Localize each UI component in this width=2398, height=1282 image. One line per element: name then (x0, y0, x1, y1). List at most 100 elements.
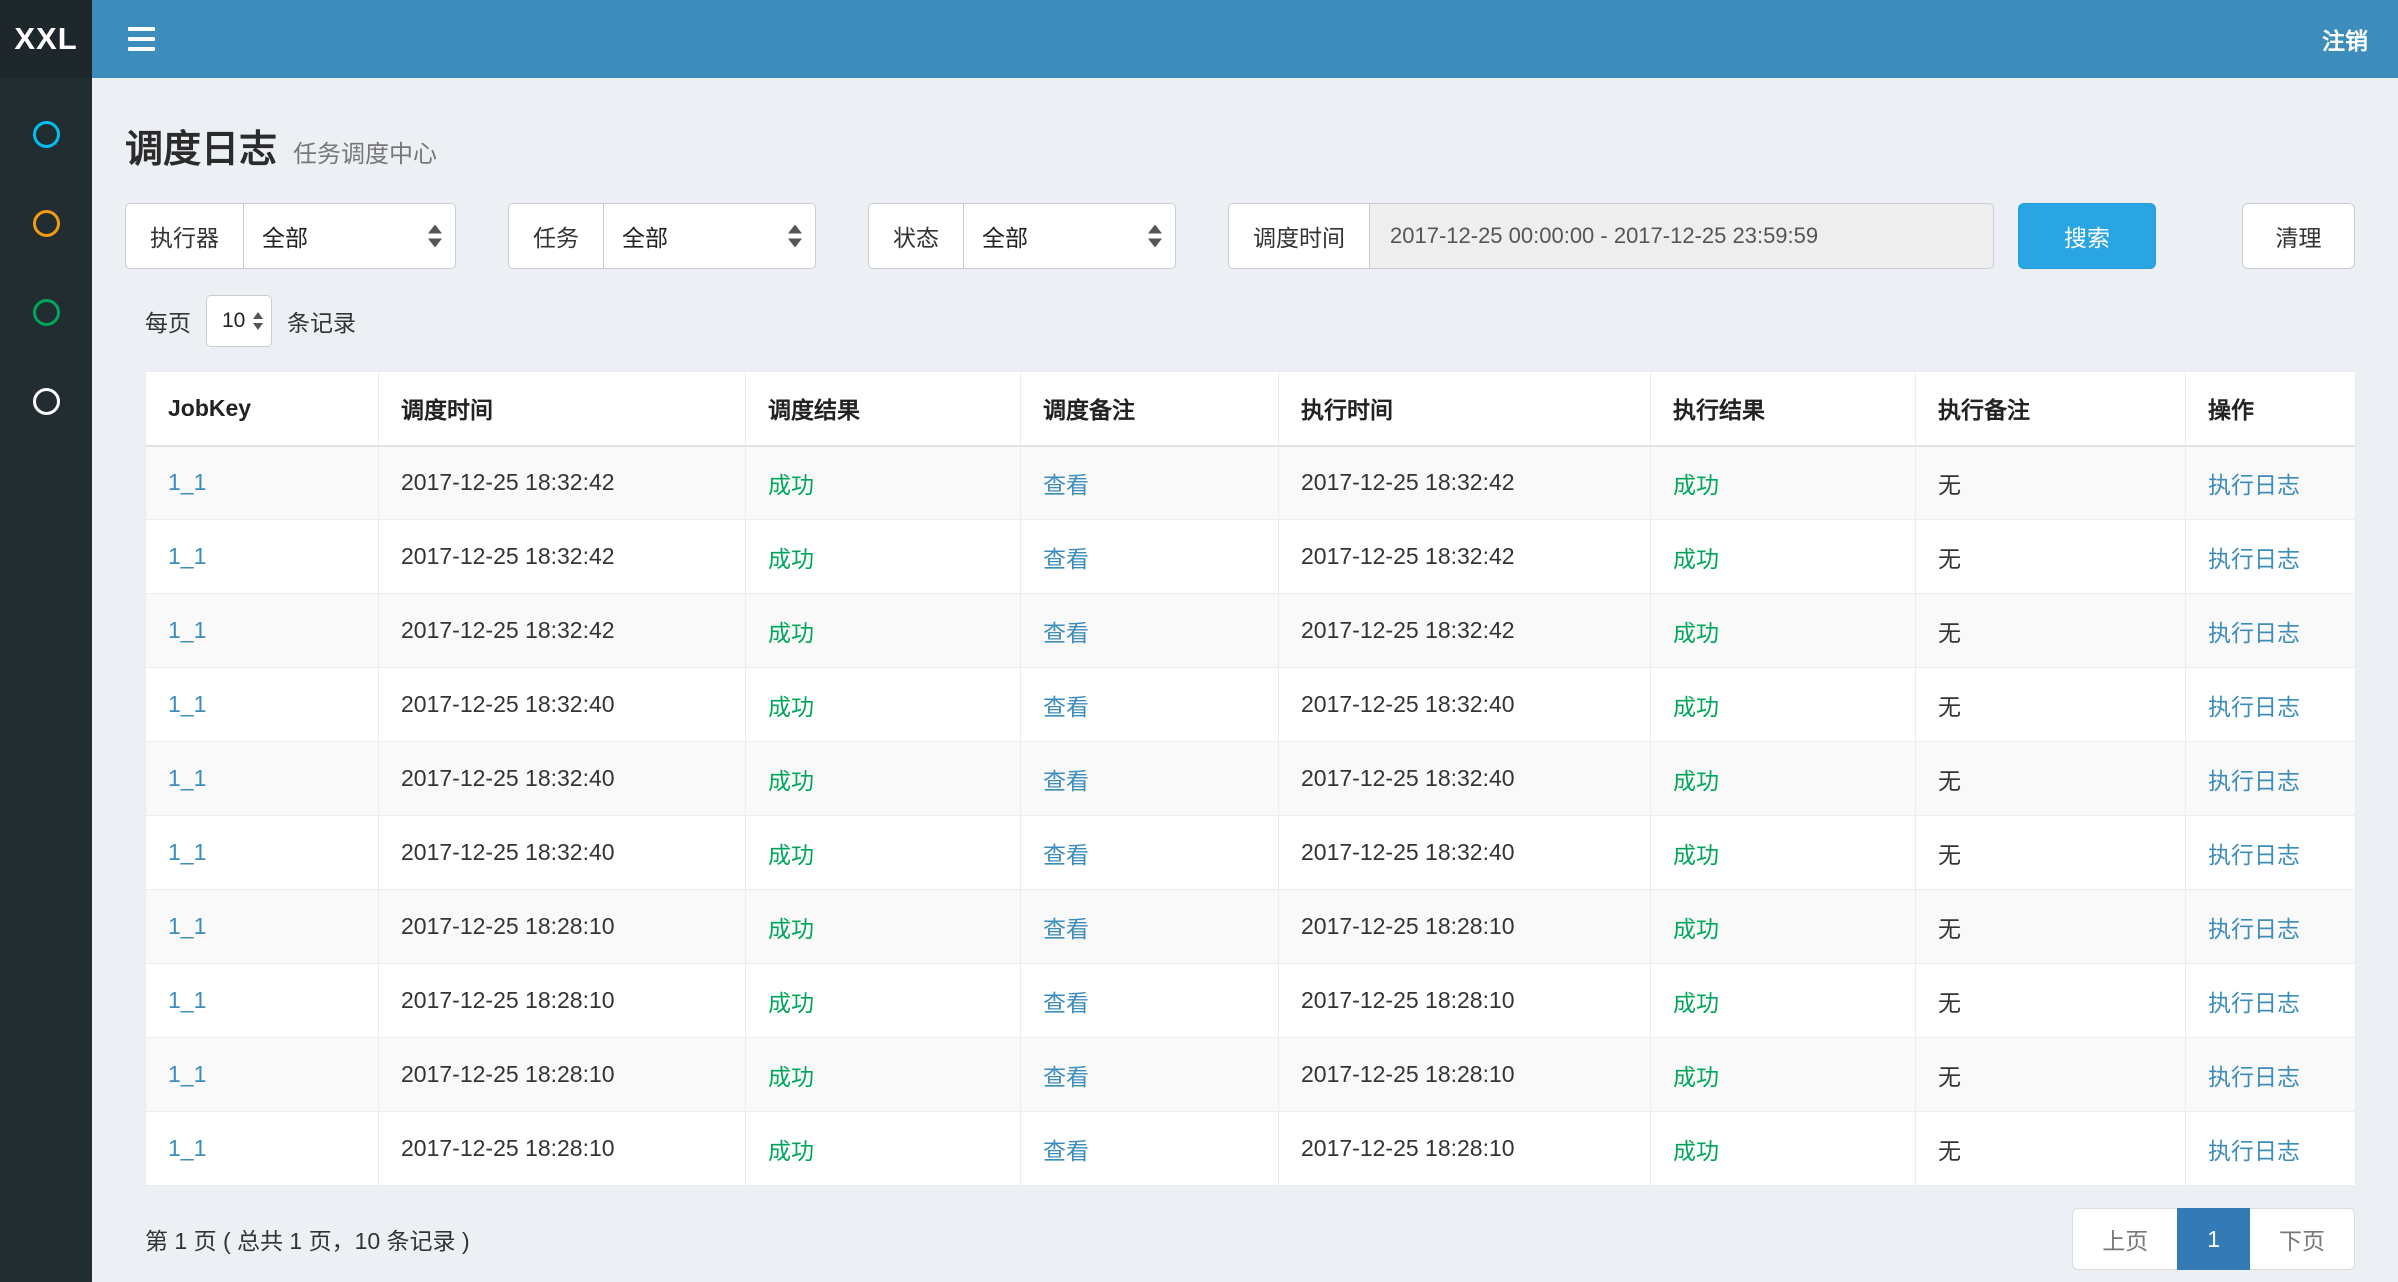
trigger-result-cell: 成功 (746, 520, 1021, 594)
exec-log-link[interactable]: 执行日志 (2208, 916, 2300, 942)
executor-filter-group: 执行器 全部 (125, 203, 456, 269)
exec-log-link[interactable]: 执行日志 (2208, 620, 2300, 646)
exec-log-link[interactable]: 执行日志 (2208, 472, 2300, 498)
sidebar-item-1[interactable] (0, 90, 92, 179)
jobkey-link[interactable]: 1_1 (168, 987, 206, 1013)
exec-log-link[interactable]: 执行日志 (2208, 694, 2300, 720)
jobkey-link[interactable]: 1_1 (168, 839, 206, 865)
current-page-button[interactable]: 1 (2177, 1208, 2250, 1270)
handle-result-cell: 成功 (1651, 520, 1916, 594)
trigger-time-cell: 2017-12-25 18:28:10 (379, 1038, 746, 1112)
trigger-msg-link[interactable]: 查看 (1043, 1064, 1089, 1090)
trigger-msg-link[interactable]: 查看 (1043, 620, 1089, 646)
trigger-msg-link[interactable]: 查看 (1043, 990, 1089, 1016)
trigger-result-cell: 成功 (746, 594, 1021, 668)
content-area: 调度日志 任务调度中心 执行器 全部 任务 全部 状态 全部 调度时 (92, 78, 2398, 1270)
time-range-input[interactable]: 2017-12-25 00:00:00 - 2017-12-25 23:59:5… (1369, 203, 1994, 269)
trigger-time-cell: 2017-12-25 18:32:42 (379, 520, 746, 594)
jobkey-link[interactable]: 1_1 (168, 543, 206, 569)
trigger-msg-cell: 查看 (1021, 742, 1279, 816)
pagesize-select[interactable]: 10 (206, 295, 272, 347)
handle-time-cell: 2017-12-25 18:28:10 (1279, 964, 1651, 1038)
handle-result-text: 成功 (1673, 1138, 1719, 1164)
handle-result-cell: 成功 (1651, 446, 1916, 520)
sidebar-item-3[interactable] (0, 268, 92, 357)
handle-msg-cell: 无 (1916, 964, 2186, 1038)
search-button[interactable]: 搜索 (2018, 203, 2156, 269)
handle-result-cell: 成功 (1651, 1038, 1916, 1112)
trigger-msg-link[interactable]: 查看 (1043, 768, 1089, 794)
jobkey-link[interactable]: 1_1 (168, 1135, 206, 1161)
trigger-msg-link[interactable]: 查看 (1043, 916, 1089, 942)
trigger-result-text: 成功 (768, 472, 814, 498)
executor-select[interactable]: 全部 (243, 203, 456, 269)
trigger-msg-cell: 查看 (1021, 1112, 1279, 1186)
jobkey-cell: 1_1 (146, 1112, 379, 1186)
handle-msg-cell: 无 (1916, 1112, 2186, 1186)
status-select[interactable]: 全部 (963, 203, 1176, 269)
trigger-msg-link[interactable]: 查看 (1043, 1138, 1089, 1164)
trigger-result-cell: 成功 (746, 742, 1021, 816)
trigger-msg-link[interactable]: 查看 (1043, 472, 1089, 498)
action-cell: 执行日志 (2186, 1038, 2356, 1112)
handle-time-cell: 2017-12-25 18:32:40 (1279, 816, 1651, 890)
exec-log-link[interactable]: 执行日志 (2208, 768, 2300, 794)
trigger-msg-link[interactable]: 查看 (1043, 842, 1089, 868)
exec-log-link[interactable]: 执行日志 (2208, 546, 2300, 572)
handle-time-cell: 2017-12-25 18:32:42 (1279, 594, 1651, 668)
trigger-time-cell: 2017-12-25 18:32:40 (379, 742, 746, 816)
status-filter-label: 状态 (868, 203, 963, 269)
col-header-trigger-time: 调度时间 (379, 372, 746, 446)
table-row: 1_1 2017-12-25 18:28:10 成功 查看 2017-12-25… (146, 890, 2356, 964)
select-arrows-icon (788, 225, 802, 248)
action-cell: 执行日志 (2186, 890, 2356, 964)
sidebar-item-4[interactable] (0, 357, 92, 446)
action-cell: 执行日志 (2186, 964, 2356, 1038)
exec-log-link[interactable]: 执行日志 (2208, 1064, 2300, 1090)
table-header-row: JobKey 调度时间 调度结果 调度备注 执行时间 执行结果 执行备注 操作 (146, 372, 2356, 446)
jobkey-link[interactable]: 1_1 (168, 1061, 206, 1087)
table-row: 1_1 2017-12-25 18:28:10 成功 查看 2017-12-25… (146, 1112, 2356, 1186)
log-table-wrap: JobKey 调度时间 调度结果 调度备注 执行时间 执行结果 执行备注 操作 … (145, 371, 2355, 1186)
trigger-msg-cell: 查看 (1021, 520, 1279, 594)
select-arrows-icon (428, 225, 442, 248)
handle-msg-cell: 无 (1916, 1038, 2186, 1112)
sidebar-item-2[interactable] (0, 179, 92, 268)
jobkey-cell: 1_1 (146, 816, 379, 890)
exec-log-link[interactable]: 执行日志 (2208, 990, 2300, 1016)
clear-button[interactable]: 清理 (2242, 203, 2355, 269)
pagination: 上页 1 下页 (2072, 1208, 2355, 1270)
handle-result-cell: 成功 (1651, 668, 1916, 742)
jobkey-link[interactable]: 1_1 (168, 617, 206, 643)
jobkey-link[interactable]: 1_1 (168, 691, 206, 717)
circle-outline-icon (33, 299, 60, 326)
jobkey-cell: 1_1 (146, 668, 379, 742)
jobkey-cell: 1_1 (146, 520, 379, 594)
prev-page-button[interactable]: 上页 (2072, 1208, 2178, 1270)
job-select[interactable]: 全部 (603, 203, 816, 269)
trigger-msg-cell: 查看 (1021, 668, 1279, 742)
pagesize-suffix-label: 条记录 (287, 304, 356, 338)
trigger-time-cell: 2017-12-25 18:32:40 (379, 816, 746, 890)
trigger-time-cell: 2017-12-25 18:32:40 (379, 668, 746, 742)
handle-result-cell: 成功 (1651, 594, 1916, 668)
table-row: 1_1 2017-12-25 18:28:10 成功 查看 2017-12-25… (146, 964, 2356, 1038)
handle-result-cell: 成功 (1651, 1112, 1916, 1186)
next-page-button[interactable]: 下页 (2249, 1208, 2355, 1270)
logout-link[interactable]: 注销 (2322, 22, 2368, 56)
handle-result-text: 成功 (1673, 546, 1719, 572)
exec-log-link[interactable]: 执行日志 (2208, 1138, 2300, 1164)
exec-log-link[interactable]: 执行日志 (2208, 842, 2300, 868)
col-header-trigger-result: 调度结果 (746, 372, 1021, 446)
sidebar-toggle-icon[interactable] (128, 21, 155, 57)
handle-result-text: 成功 (1673, 472, 1719, 498)
jobkey-link[interactable]: 1_1 (168, 765, 206, 791)
table-row: 1_1 2017-12-25 18:32:42 成功 查看 2017-12-25… (146, 446, 2356, 520)
trigger-msg-link[interactable]: 查看 (1043, 546, 1089, 572)
jobkey-link[interactable]: 1_1 (168, 913, 206, 939)
job-filter-label: 任务 (508, 203, 603, 269)
handle-result-cell: 成功 (1651, 890, 1916, 964)
jobkey-link[interactable]: 1_1 (168, 469, 206, 495)
app-logo[interactable]: XXL (0, 0, 92, 78)
trigger-msg-link[interactable]: 查看 (1043, 694, 1089, 720)
